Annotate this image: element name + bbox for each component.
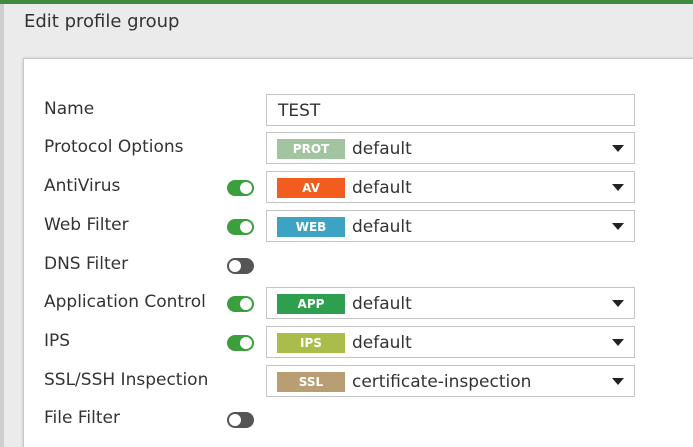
protocol-options-row: Protocol Options PROT default — [24, 132, 693, 164]
ssl-inspection-value: certificate-inspection — [352, 372, 532, 392]
caret-down-icon — [612, 378, 624, 385]
name-input[interactable]: TEST — [266, 94, 635, 126]
protocol-options-value: default — [352, 139, 412, 159]
web-filter-row: Web Filter WEB default — [24, 210, 693, 242]
dns-filter-row: DNS Filter — [24, 249, 693, 281]
profile-group-form: Name TEST Protocol Options PROT default … — [23, 58, 693, 447]
antivirus-label: AntiVirus — [44, 176, 121, 196]
name-input-value: TEST — [278, 101, 321, 121]
page-title: Edit profile group — [24, 11, 180, 32]
caret-down-icon — [612, 223, 624, 230]
antivirus-badge: AV — [277, 178, 345, 198]
toggle-knob — [229, 260, 241, 272]
ssl-inspection-select[interactable]: SSL certificate-inspection — [266, 365, 635, 397]
toggle-knob — [229, 414, 241, 426]
caret-down-icon — [612, 300, 624, 307]
dns-filter-toggle[interactable] — [227, 258, 254, 274]
file-filter-label: File Filter — [44, 408, 120, 428]
file-filter-toggle[interactable] — [227, 412, 254, 428]
application-control-value: default — [352, 294, 412, 314]
toggle-knob — [240, 298, 252, 310]
caret-down-icon — [612, 145, 624, 152]
web-filter-select[interactable]: WEB default — [266, 210, 635, 242]
antivirus-row: AntiVirus AV default — [24, 171, 693, 203]
ssl-inspection-label: SSL/SSH Inspection — [44, 370, 209, 390]
web-filter-badge: WEB — [277, 217, 345, 237]
antivirus-select[interactable]: AV default — [266, 171, 635, 203]
web-filter-label: Web Filter — [44, 215, 129, 235]
application-control-select[interactable]: APP default — [266, 287, 635, 319]
ips-value: default — [352, 333, 412, 353]
ips-badge: IPS — [277, 333, 345, 353]
file-filter-row: File Filter — [24, 403, 693, 435]
toggle-knob — [240, 221, 252, 233]
caret-down-icon — [612, 184, 624, 191]
application-control-toggle[interactable] — [227, 296, 254, 312]
ssl-inspection-row: SSL/SSH Inspection SSL certificate-inspe… — [24, 365, 693, 397]
application-control-row: Application Control APP default — [24, 287, 693, 319]
dns-filter-label: DNS Filter — [44, 254, 129, 274]
protocol-options-label: Protocol Options — [44, 137, 184, 157]
antivirus-toggle[interactable] — [227, 180, 254, 196]
name-label: Name — [44, 99, 95, 119]
ips-label: IPS — [44, 331, 71, 351]
left-rail — [0, 4, 4, 447]
ips-toggle[interactable] — [227, 335, 254, 351]
protocol-options-select[interactable]: PROT default — [266, 132, 635, 164]
ips-select[interactable]: IPS default — [266, 326, 635, 358]
web-filter-value: default — [352, 217, 412, 237]
dialog-header: Edit profile group — [4, 4, 693, 40]
protocol-options-badge: PROT — [277, 139, 345, 159]
antivirus-value: default — [352, 178, 412, 198]
caret-down-icon — [612, 339, 624, 346]
toggle-knob — [240, 337, 252, 349]
web-filter-toggle[interactable] — [227, 219, 254, 235]
name-row: Name TEST — [24, 94, 693, 126]
ips-row: IPS IPS default — [24, 326, 693, 358]
ssl-inspection-badge: SSL — [277, 372, 345, 392]
application-control-label: Application Control — [44, 292, 206, 312]
toggle-knob — [240, 182, 252, 194]
application-control-badge: APP — [277, 294, 345, 314]
